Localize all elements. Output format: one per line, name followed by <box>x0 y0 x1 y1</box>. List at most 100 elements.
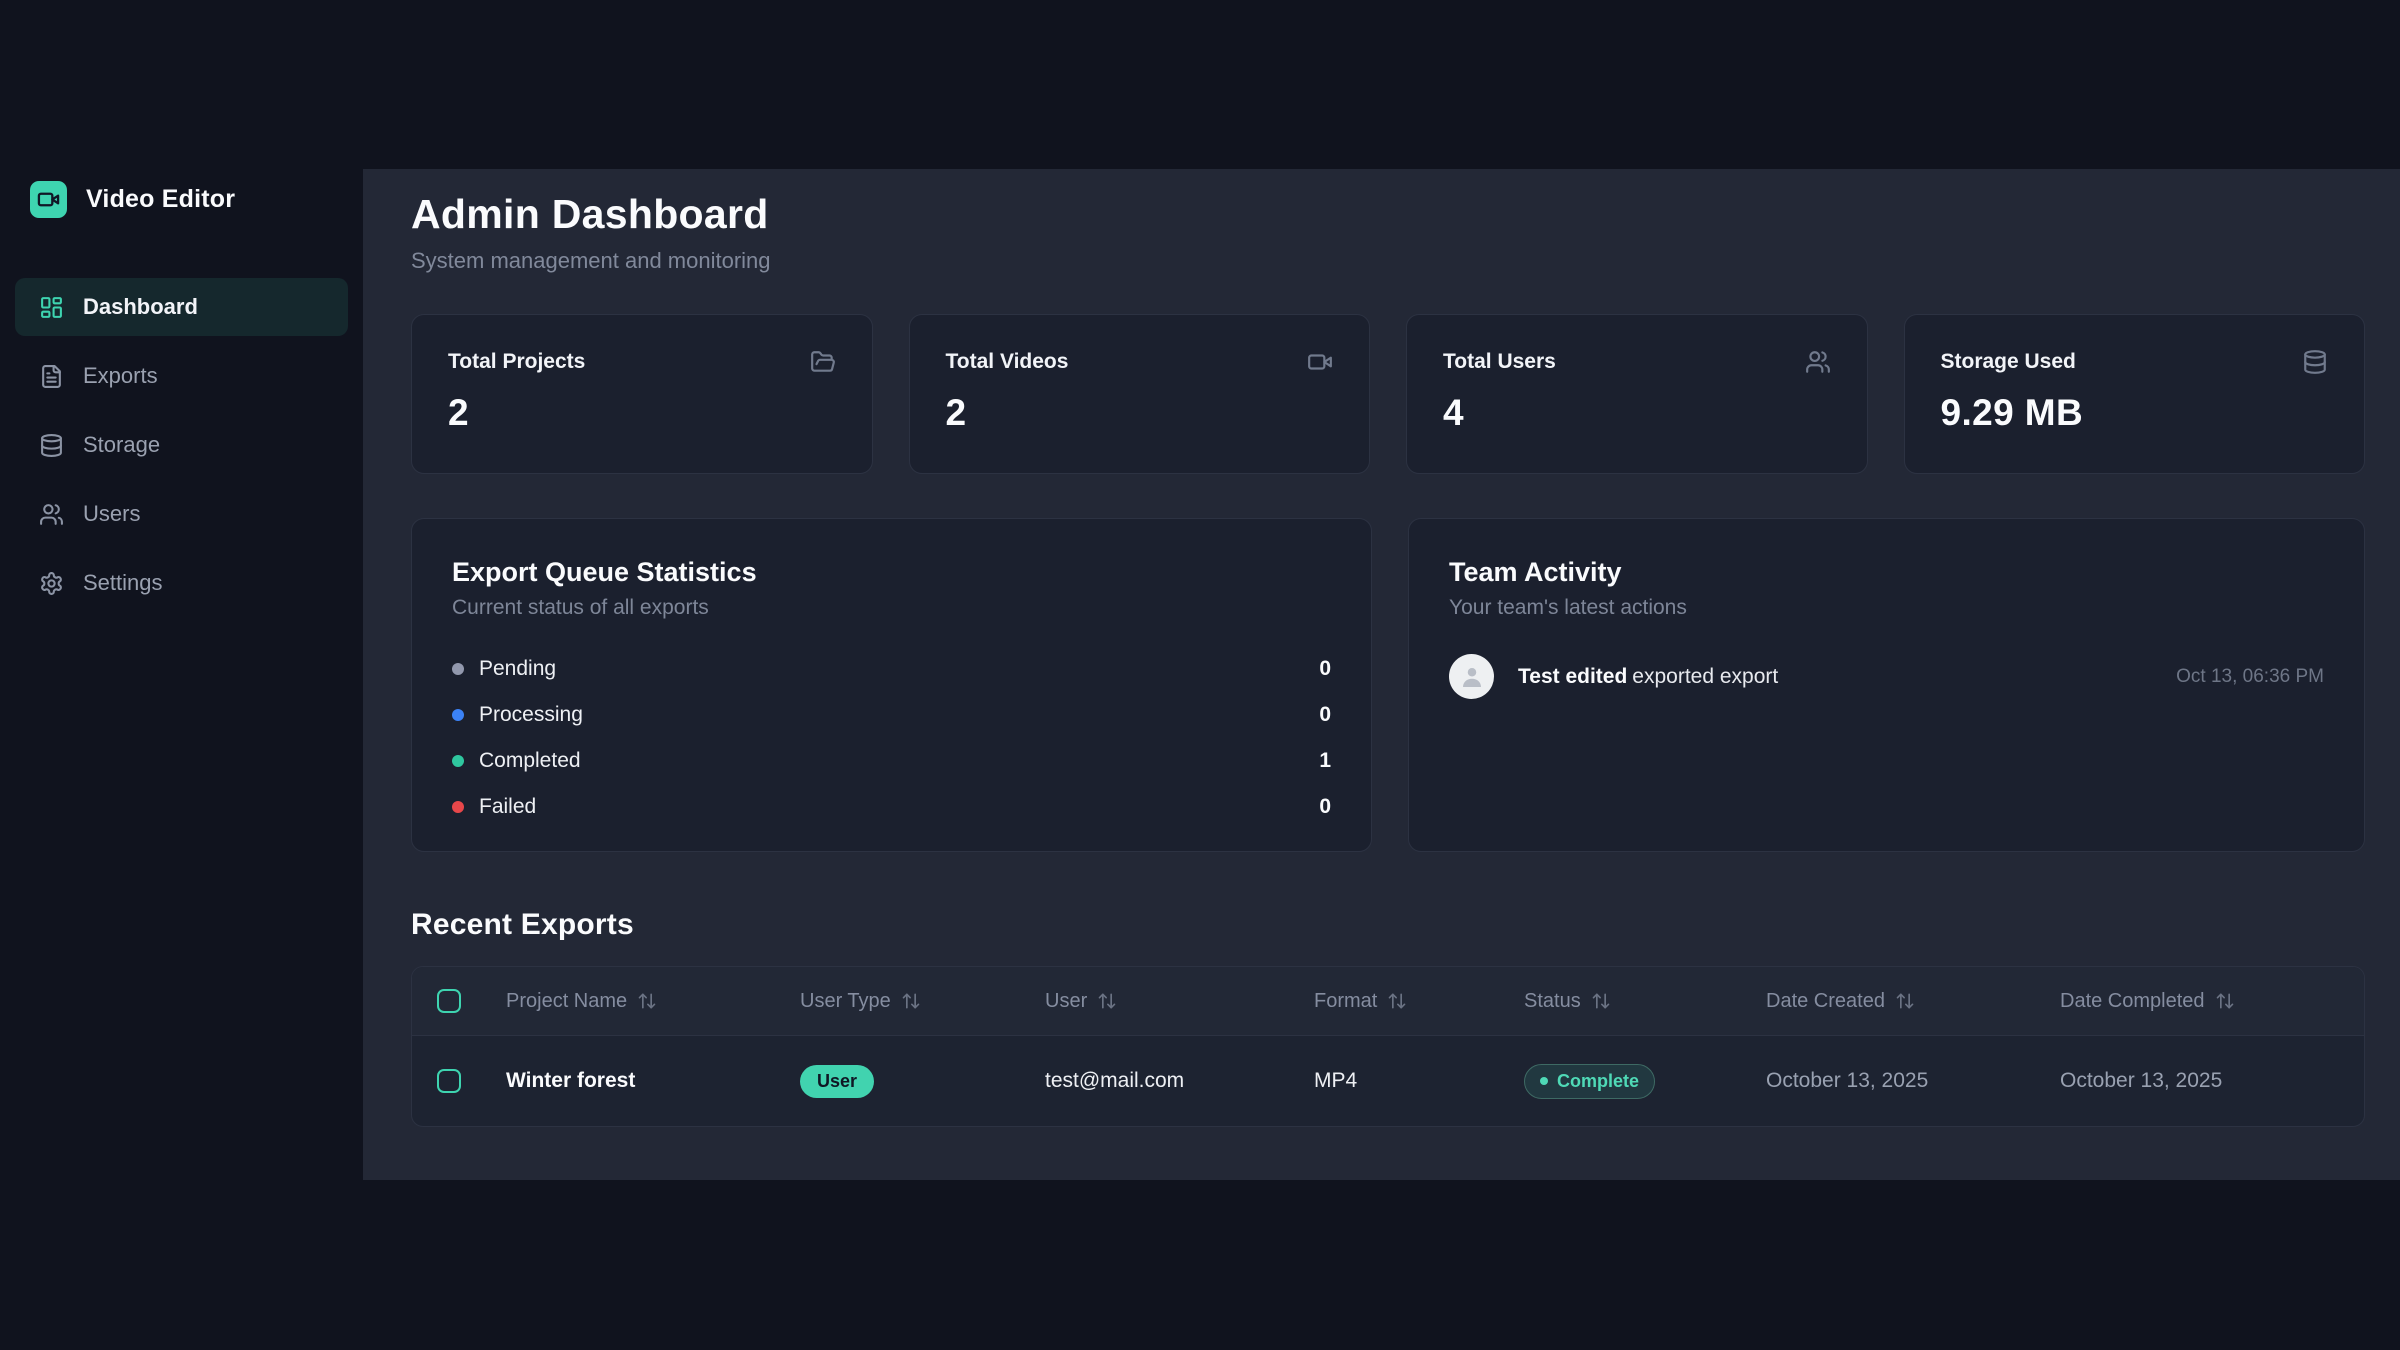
status-dot-failed <box>452 801 464 813</box>
avatar <box>1449 654 1494 699</box>
team-activity-card: Team Activity Your team's latest actions… <box>1408 518 2365 852</box>
row-checkbox[interactable] <box>437 1069 461 1093</box>
sidebar-item-settings[interactable]: Settings <box>15 554 348 612</box>
sidebar-item-users[interactable]: Users <box>15 485 348 543</box>
queue-list: Pending 0 Processing 0 Completed 1 Faile… <box>452 646 1331 830</box>
status-dot <box>1540 1077 1548 1085</box>
column-header-status[interactable]: Status <box>1524 990 1766 1013</box>
card-subtitle: Current status of all exports <box>452 596 1331 620</box>
stat-card-storage-used: Storage Used 9.29 MB <box>1904 314 2366 474</box>
queue-label: Completed <box>479 749 581 773</box>
database-icon <box>2302 349 2328 375</box>
cell-user-type: User <box>800 1065 1045 1098</box>
activity-actor: Test edited <box>1518 665 1627 688</box>
queue-label: Failed <box>479 795 536 819</box>
stat-card-total-videos: Total Videos 2 <box>909 314 1371 474</box>
activity-item: Test editedexported export Oct 13, 06:36… <box>1449 654 2324 699</box>
sidebar-item-dashboard[interactable]: Dashboard <box>15 278 348 336</box>
column-header-user[interactable]: User <box>1045 990 1314 1013</box>
video-camera-icon <box>30 181 67 218</box>
sidebar-item-label: Exports <box>83 363 158 389</box>
brand: Video Editor <box>15 181 348 218</box>
stat-label: Total Videos <box>946 350 1069 374</box>
activity-object: exported export <box>1632 665 1778 688</box>
sidebar-item-label: Dashboard <box>83 294 198 320</box>
sort-icon <box>901 991 921 1011</box>
middle-row: Export Queue Statistics Current status o… <box>411 518 2365 852</box>
main-content: Admin Dashboard System management and mo… <box>363 169 2400 1180</box>
stat-value: 2 <box>448 392 836 434</box>
database-icon <box>39 433 64 458</box>
sidebar-item-label: Storage <box>83 432 160 458</box>
sort-icon <box>1097 991 1117 1011</box>
card-title: Team Activity <box>1449 557 2324 588</box>
layout-dashboard-icon <box>39 295 64 320</box>
page-subtitle: System management and monitoring <box>411 248 2365 274</box>
queue-value: 0 <box>1319 703 1331 727</box>
queue-row-failed: Failed 0 <box>452 784 1331 830</box>
gear-icon <box>39 571 64 596</box>
activity-text: Test editedexported export <box>1518 665 1778 689</box>
sort-icon <box>1387 991 1407 1011</box>
status-dot-completed <box>452 755 464 767</box>
user-type-badge: User <box>800 1065 874 1098</box>
select-all-checkbox[interactable] <box>437 989 461 1013</box>
sidebar-item-label: Settings <box>83 570 163 596</box>
queue-row-pending: Pending 0 <box>452 646 1331 692</box>
sidebar-nav: Dashboard Exports Storage <box>15 278 348 612</box>
queue-label: Pending <box>479 657 556 681</box>
page-title: Admin Dashboard <box>411 189 2365 239</box>
queue-label: Processing <box>479 703 583 727</box>
cell-format: MP4 <box>1314 1069 1524 1093</box>
sort-icon <box>2215 991 2235 1011</box>
sort-icon <box>1591 991 1611 1011</box>
sidebar: Video Editor Dashboard Exports <box>0 0 363 1350</box>
sidebar-item-exports[interactable]: Exports <box>15 347 348 405</box>
activity-timestamp: Oct 13, 06:36 PM <box>2176 666 2324 688</box>
queue-row-completed: Completed 1 <box>452 738 1331 784</box>
cell-status: Complete <box>1524 1064 1766 1099</box>
column-header-project-name[interactable]: Project Name <box>506 990 800 1013</box>
queue-value: 0 <box>1319 657 1331 681</box>
users-icon <box>1805 349 1831 375</box>
status-badge: Complete <box>1524 1064 1655 1099</box>
sort-icon <box>1895 991 1915 1011</box>
sidebar-item-storage[interactable]: Storage <box>15 416 348 474</box>
video-camera-icon <box>1307 349 1333 375</box>
cell-date-completed: October 13, 2025 <box>2060 1069 2344 1093</box>
stat-value: 4 <box>1443 392 1831 434</box>
queue-value: 1 <box>1319 749 1331 773</box>
recent-exports-table: Project Name User Type User Format Statu… <box>411 966 2365 1127</box>
stat-label: Storage Used <box>1941 350 2076 374</box>
cell-project-name: Winter forest <box>506 1069 800 1093</box>
queue-value: 0 <box>1319 795 1331 819</box>
stat-label: Total Projects <box>448 350 585 374</box>
stat-value: 2 <box>946 392 1334 434</box>
stat-value: 9.29 MB <box>1941 392 2329 434</box>
column-header-user-type[interactable]: User Type <box>800 990 1045 1013</box>
export-queue-card: Export Queue Statistics Current status o… <box>411 518 1372 852</box>
stats-row: Total Projects 2 Total Videos 2 <box>411 314 2365 474</box>
file-text-icon <box>39 364 64 389</box>
table-row[interactable]: Winter forest User test@mail.com MP4 Com… <box>412 1036 2364 1126</box>
stat-label: Total Users <box>1443 350 1556 374</box>
cell-user: test@mail.com <box>1045 1069 1314 1093</box>
folder-open-icon <box>810 349 836 375</box>
column-header-format[interactable]: Format <box>1314 990 1524 1013</box>
users-icon <box>39 502 64 527</box>
column-header-date-created[interactable]: Date Created <box>1766 990 2060 1013</box>
card-subtitle: Your team's latest actions <box>1449 596 2324 620</box>
status-dot-pending <box>452 663 464 675</box>
stat-card-total-projects: Total Projects 2 <box>411 314 873 474</box>
sidebar-item-label: Users <box>83 501 140 527</box>
card-title: Export Queue Statistics <box>452 557 1331 588</box>
recent-exports-title: Recent Exports <box>411 908 2365 942</box>
sort-icon <box>637 991 657 1011</box>
table-header-row: Project Name User Type User Format Statu… <box>412 967 2364 1036</box>
status-dot-processing <box>452 709 464 721</box>
cell-date-created: October 13, 2025 <box>1766 1069 2060 1093</box>
queue-row-processing: Processing 0 <box>452 692 1331 738</box>
column-header-date-completed[interactable]: Date Completed <box>2060 990 2344 1013</box>
stat-card-total-users: Total Users 4 <box>1406 314 1868 474</box>
brand-name: Video Editor <box>86 185 235 214</box>
